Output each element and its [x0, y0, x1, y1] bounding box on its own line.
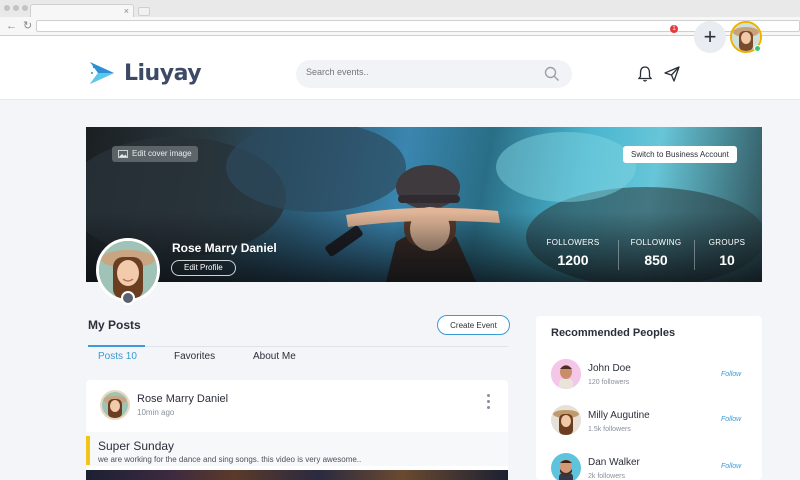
- post-author-avatar-image: [102, 392, 128, 418]
- stat-following[interactable]: FOLLOWING 850: [628, 238, 684, 268]
- search-bar: [296, 60, 572, 88]
- tab-about-me[interactable]: About Me: [253, 351, 296, 362]
- recommended-name[interactable]: John Doe: [588, 363, 631, 374]
- person-avatar-image: [551, 405, 581, 435]
- notification-badge: 1: [670, 25, 678, 33]
- search-icon[interactable]: [544, 66, 560, 82]
- active-tab-indicator: [88, 345, 145, 347]
- browser-chrome: × ← ↻: [0, 0, 800, 36]
- post-author-name[interactable]: Rose Marry Daniel: [137, 393, 228, 405]
- stat-label: FOLLOWERS: [546, 238, 600, 247]
- profile-name: Rose Marry Daniel: [172, 241, 277, 255]
- browser-nav-row: ← ↻: [0, 17, 800, 35]
- tab-posts[interactable]: Posts 10: [98, 351, 137, 362]
- post-media[interactable]: [86, 470, 508, 480]
- recommended-name[interactable]: Dan Walker: [588, 457, 640, 468]
- paper-plane-icon[interactable]: [663, 65, 681, 83]
- follow-button[interactable]: Follow: [721, 416, 741, 423]
- edit-profile-button[interactable]: Edit Profile: [171, 260, 236, 276]
- address-bar[interactable]: [36, 20, 800, 32]
- recommended-avatar[interactable]: [551, 405, 581, 435]
- logo-mark-icon: [90, 62, 114, 84]
- post-options-icon[interactable]: [484, 394, 492, 414]
- recommended-avatar[interactable]: [551, 359, 581, 389]
- stat-value: 850: [644, 252, 668, 268]
- bell-icon[interactable]: [637, 65, 653, 83]
- stat-groups[interactable]: GROUPS 10: [706, 238, 748, 268]
- brand-name: Liuyay: [124, 60, 202, 86]
- stat-value: 1200: [557, 252, 589, 268]
- recommended-followers: 1.5k followers: [588, 426, 631, 433]
- back-arrow-icon[interactable]: ←: [6, 18, 17, 34]
- search-input[interactable]: [306, 67, 526, 77]
- edit-cover-button[interactable]: Edit cover image: [112, 146, 198, 162]
- tabs-divider: [88, 346, 508, 347]
- stat-label: FOLLOWING: [630, 238, 682, 247]
- post-title: Super Sunday: [98, 439, 175, 453]
- recommended-heading: Recommended Peoples: [551, 327, 676, 339]
- tab-close-icon[interactable]: ×: [124, 5, 129, 17]
- stat-followers[interactable]: FOLLOWERS 1200: [545, 238, 601, 268]
- app-header: Liuyay: [0, 36, 800, 100]
- stat-value: 10: [719, 252, 735, 268]
- recommended-followers: 120 followers: [588, 379, 630, 386]
- window-close-dot[interactable]: [4, 5, 10, 11]
- window-controls: [4, 5, 28, 11]
- recommended-followers: 2k followers: [588, 473, 625, 480]
- post-author-avatar[interactable]: [100, 390, 130, 420]
- window-minimize-dot[interactable]: [13, 5, 19, 11]
- recommended-name[interactable]: Milly Augutine: [588, 410, 650, 421]
- switch-business-account-button[interactable]: Switch to Business Account: [623, 146, 737, 163]
- edit-cover-label: Edit cover image: [132, 149, 192, 158]
- reload-icon[interactable]: ↻: [23, 18, 32, 34]
- person-avatar-image: [551, 359, 581, 389]
- follow-button[interactable]: Follow: [721, 463, 741, 470]
- new-tab-button[interactable]: [138, 7, 150, 16]
- add-button[interactable]: +: [694, 21, 726, 53]
- window-maximize-dot[interactable]: [22, 5, 28, 11]
- stat-divider: [618, 240, 619, 270]
- image-icon: [118, 150, 128, 158]
- tab-favorites[interactable]: Favorites: [174, 351, 215, 362]
- brand-logo[interactable]: Liuyay: [88, 58, 202, 88]
- browser-tab[interactable]: ×: [30, 4, 134, 17]
- post-timestamp: 10min ago: [137, 408, 175, 417]
- post-description: we are working for the dance and sing so…: [98, 455, 362, 464]
- stat-divider: [694, 240, 695, 270]
- my-posts-heading: My Posts: [88, 318, 141, 332]
- stat-label: GROUPS: [708, 238, 746, 247]
- recommended-avatar[interactable]: [551, 453, 581, 480]
- post-accent-bar: [86, 436, 90, 465]
- avatar-edit-icon[interactable]: [121, 291, 135, 305]
- online-status-dot: [754, 45, 761, 52]
- follow-button[interactable]: Follow: [721, 371, 741, 378]
- create-event-button[interactable]: Create Event: [437, 315, 510, 335]
- person-avatar-image: [551, 453, 581, 480]
